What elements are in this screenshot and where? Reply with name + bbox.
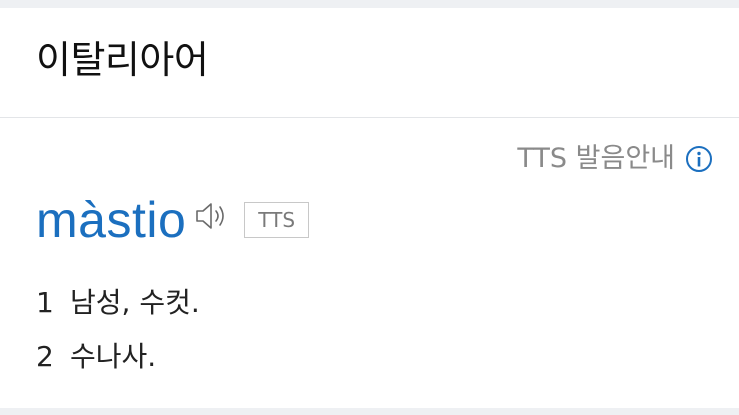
tts-guide-link[interactable]: TTS 발음안내 [517, 144, 713, 174]
speaker-icon[interactable] [194, 201, 228, 231]
definition-list: 1 남성, 수컷. 2 수나사. [36, 276, 200, 384]
info-circle-icon [686, 146, 712, 172]
language-header: 이탈리아어 [0, 8, 739, 118]
definition-number: 1 [36, 286, 54, 319]
definition-text: 남성, 수컷. [70, 286, 200, 319]
bottom-divider [0, 408, 739, 415]
headword: màstio [36, 192, 187, 248]
language-title: 이탈리아어 [36, 38, 209, 82]
headword-row: màstio TTS [36, 190, 310, 250]
definition-item: 1 남성, 수컷. [36, 276, 200, 330]
definition-item: 2 수나사. [36, 330, 200, 384]
definition-number: 2 [36, 340, 54, 373]
tts-guide-label: TTS 발음안내 [517, 143, 675, 174]
definition-text: 수나사. [70, 340, 157, 373]
tts-button[interactable]: TTS [244, 202, 310, 238]
dictionary-entry: TTS 발음안내 màstio TTS 1 남성, 수컷. 2 수나사. [0, 118, 739, 408]
